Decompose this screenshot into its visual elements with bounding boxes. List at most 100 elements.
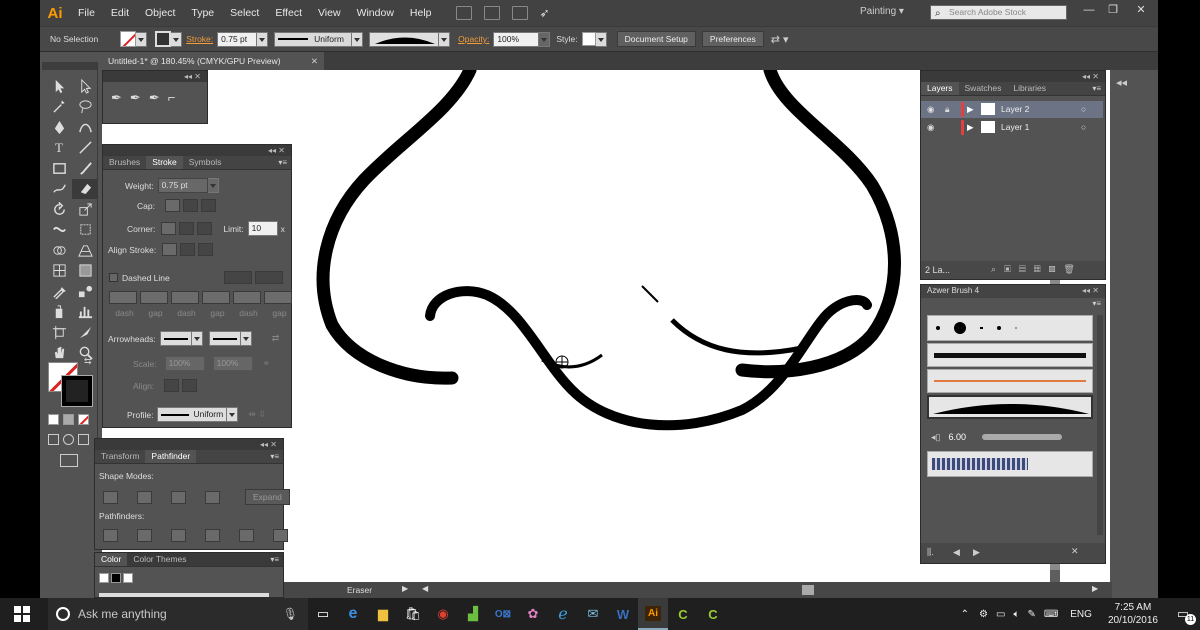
color-spectrum[interactable] bbox=[99, 593, 269, 597]
none-swatch[interactable] bbox=[99, 573, 109, 583]
volume-icon[interactable]: 🔈︎ bbox=[1013, 609, 1019, 620]
file-explorer-icon[interactable]: ▆ bbox=[368, 598, 398, 630]
limit-field[interactable]: 10 bbox=[247, 221, 278, 236]
menu-help[interactable]: Help bbox=[402, 0, 440, 26]
dashed-line-checkbox[interactable] bbox=[109, 273, 118, 282]
gap-field-2[interactable] bbox=[202, 291, 230, 304]
tab-swatches[interactable]: Swatches bbox=[959, 82, 1008, 95]
start-windows-icon[interactable] bbox=[0, 598, 44, 630]
merge-icon[interactable] bbox=[171, 529, 186, 542]
menu-view[interactable]: View bbox=[310, 0, 349, 26]
arrow-extend-icon[interactable] bbox=[164, 379, 180, 392]
pen-tool-icon[interactable]: ✒ bbox=[111, 90, 122, 106]
tab-transform[interactable]: Transform bbox=[95, 450, 145, 463]
next-library-icon[interactable]: ▶ bbox=[973, 547, 980, 558]
start-arrowhead-dropdown[interactable] bbox=[191, 331, 203, 346]
pathfinder-menu-icon[interactable]: ▾≡ bbox=[270, 452, 279, 461]
store-icon[interactable]: 🛍︎ bbox=[398, 598, 428, 630]
perspective-grid-tool-icon[interactable] bbox=[72, 240, 98, 261]
stroke-dropdown[interactable] bbox=[171, 31, 183, 47]
arrow-place-icon[interactable] bbox=[182, 379, 198, 392]
layer-row-layer-1[interactable]: ◉ ▶ Layer 1 ○ bbox=[921, 119, 1103, 136]
none-mode-icon[interactable] bbox=[78, 414, 89, 425]
stock-search-input[interactable]: ⌕ Search Adobe Stock bbox=[930, 5, 1067, 20]
shape-builder-tool-icon[interactable] bbox=[46, 240, 72, 261]
bridge-icon[interactable] bbox=[455, 6, 472, 20]
arrow-brush-row[interactable] bbox=[927, 369, 1093, 393]
dash-field-3[interactable] bbox=[233, 291, 261, 304]
gradient-tool-icon[interactable] bbox=[72, 261, 98, 282]
fill-dropdown[interactable] bbox=[136, 31, 148, 47]
crop-icon[interactable] bbox=[205, 529, 220, 542]
direct-selection-tool-icon[interactable] bbox=[72, 76, 98, 97]
brush-library-menu-icon[interactable]: ⫼. bbox=[927, 547, 934, 558]
dash-field-1[interactable] bbox=[109, 291, 137, 304]
expand-button[interactable]: Expand bbox=[245, 489, 290, 505]
document-setup-button[interactable]: Document Setup bbox=[616, 31, 696, 47]
delete-anchor-point-icon[interactable]: ✒ bbox=[149, 90, 160, 106]
bevel-join-icon[interactable] bbox=[197, 222, 213, 235]
layer-actions-icons[interactable]: ⌕▣▤▦▩🗑︎ bbox=[991, 264, 1083, 275]
cortana-search-input[interactable]: Ask me anything 🎙︎ bbox=[48, 598, 308, 630]
keyboard-icon[interactable]: ⌨ bbox=[1044, 609, 1058, 620]
curvature-tool-icon[interactable] bbox=[72, 117, 98, 138]
layers-menu-icon[interactable]: ▾≡ bbox=[1092, 84, 1101, 93]
battery-icon[interactable]: ▭ bbox=[996, 609, 1005, 620]
tab-layers[interactable]: Layers bbox=[921, 82, 959, 95]
intersect-icon[interactable] bbox=[171, 490, 186, 504]
rotate-tool-icon[interactable] bbox=[46, 199, 72, 220]
menu-edit[interactable]: Edit bbox=[103, 0, 137, 26]
transform-icon[interactable]: ⇄ ▾ bbox=[771, 33, 789, 46]
document-tab[interactable]: Untitled-1* @ 180.45% (CMYK/GPU Preview)… bbox=[102, 52, 324, 70]
word-icon[interactable]: W bbox=[608, 598, 638, 630]
variable-width-profile[interactable]: Uniform bbox=[274, 31, 353, 47]
target-icon[interactable]: ○ bbox=[1081, 122, 1086, 132]
camtasia-icon-1[interactable]: C bbox=[668, 598, 698, 630]
visibility-eye-icon[interactable]: ◉ bbox=[927, 122, 934, 133]
menu-object[interactable]: Object bbox=[137, 0, 183, 26]
gap-field-1[interactable] bbox=[140, 291, 168, 304]
restore-icon[interactable]: ❐ bbox=[1102, 2, 1124, 18]
menu-window[interactable]: Window bbox=[349, 0, 402, 26]
selection-tool-icon[interactable] bbox=[46, 76, 72, 97]
swap-fill-stroke-icon[interactable]: ⇆ bbox=[84, 356, 92, 367]
dash-field-2[interactable] bbox=[171, 291, 199, 304]
brush-dropdown[interactable] bbox=[439, 31, 451, 47]
minimize-icon[interactable]: — bbox=[1078, 2, 1100, 18]
eyedropper-tool-icon[interactable] bbox=[46, 281, 72, 302]
tab-libraries[interactable]: Libraries bbox=[1007, 82, 1052, 95]
swap-arrowheads-icon[interactable]: ⇄ bbox=[272, 333, 280, 344]
microphone-icon[interactable]: 🎙︎ bbox=[283, 607, 298, 621]
end-scale-field[interactable]: 100% bbox=[212, 356, 253, 371]
free-transform-tool-icon[interactable] bbox=[72, 220, 98, 241]
miter-join-icon[interactable] bbox=[161, 222, 177, 235]
draw-behind-icon[interactable] bbox=[63, 434, 74, 445]
action-center-icon[interactable]: ▭ 11 bbox=[1166, 598, 1200, 630]
paintbrush-tool-icon[interactable] bbox=[72, 158, 98, 179]
draw-inside-icon[interactable] bbox=[78, 434, 89, 445]
arrange-documents-icon[interactable] bbox=[511, 6, 528, 20]
color-menu-icon[interactable]: ▾≡ bbox=[270, 555, 279, 564]
shaper-tool-icon[interactable] bbox=[46, 179, 72, 200]
scale-tool-icon[interactable] bbox=[72, 199, 98, 220]
anchor-point-tool-icon[interactable]: ⌐ bbox=[168, 90, 176, 106]
symbol-sprayer-tool-icon[interactable] bbox=[46, 302, 72, 323]
layer-row-layer-2[interactable]: ◉ 🔒︎ ▶ Layer 2 ○ bbox=[921, 101, 1103, 118]
scroll-left-icon[interactable]: ◀ bbox=[422, 584, 428, 593]
magic-wand-icon[interactable] bbox=[46, 97, 72, 118]
style-dropdown[interactable] bbox=[595, 31, 607, 47]
round-cap-icon[interactable] bbox=[183, 199, 198, 212]
edge-icon[interactable]: e bbox=[338, 598, 368, 630]
clock[interactable]: 7:25 AM 20/10/2016 bbox=[1108, 601, 1158, 627]
draw-normal-icon[interactable] bbox=[48, 434, 59, 445]
tab-stroke[interactable]: Stroke bbox=[146, 156, 183, 169]
opacity-field[interactable]: 100% bbox=[493, 31, 540, 47]
language-indicator[interactable]: ENG bbox=[1070, 609, 1092, 620]
lock-icon[interactable]: 🔒︎ bbox=[945, 104, 950, 115]
preferences-button[interactable]: Preferences bbox=[701, 31, 764, 47]
outline-icon[interactable] bbox=[239, 529, 254, 542]
brush-menu-icon[interactable]: ▾≡ bbox=[1092, 299, 1101, 308]
brush-tip-5[interactable] bbox=[1015, 327, 1017, 329]
outlook-icon[interactable]: O⊠ bbox=[488, 598, 518, 630]
minus-back-icon[interactable] bbox=[273, 529, 288, 542]
